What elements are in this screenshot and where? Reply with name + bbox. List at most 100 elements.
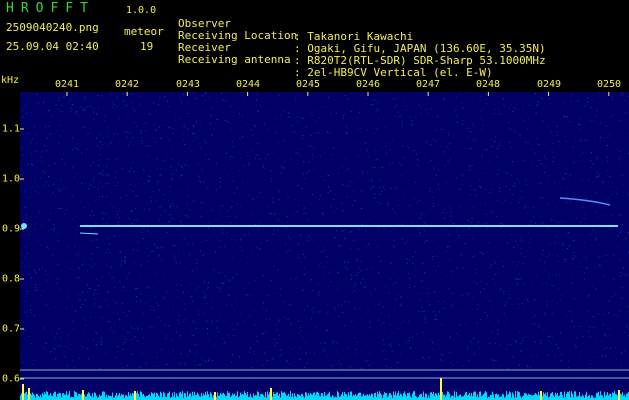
noise-dot — [555, 274, 557, 275]
noise-dot — [37, 287, 39, 289]
noise-dot — [186, 204, 188, 206]
noise-dot — [44, 97, 45, 99]
noise-dot — [416, 164, 418, 166]
time-tick-label: 0242 — [114, 79, 140, 90]
noise-dot — [433, 205, 434, 207]
noise-dot — [296, 120, 298, 122]
power-sample — [492, 391, 493, 400]
noise-dot — [422, 227, 424, 229]
noise-dot — [546, 300, 548, 302]
noise-dot — [579, 154, 581, 156]
noise-dot — [289, 363, 291, 365]
noise-dot — [110, 191, 112, 193]
noise-dot — [74, 147, 76, 149]
power-sample — [165, 396, 166, 400]
noise-dot — [288, 112, 290, 114]
power-sample — [352, 396, 353, 400]
noise-dot — [471, 148, 473, 149]
noise-dot — [89, 214, 91, 216]
noise-dot — [408, 147, 410, 149]
noise-dot — [54, 337, 56, 339]
noise-dot — [593, 120, 595, 121]
power-sample — [241, 394, 242, 400]
noise-dot — [378, 305, 380, 306]
power-sample — [517, 391, 518, 400]
noise-dot — [576, 203, 578, 205]
noise-dot — [63, 351, 65, 353]
noise-dot — [371, 266, 373, 268]
noise-dot — [243, 210, 245, 212]
noise-dot — [462, 230, 464, 232]
noise-dot — [560, 353, 562, 355]
noise-dot — [609, 347, 611, 349]
noise-dot — [566, 168, 568, 170]
noise-dot — [81, 152, 83, 154]
noise-dot — [184, 267, 186, 269]
noise-dot — [496, 148, 498, 150]
noise-dot — [261, 324, 263, 326]
noise-dot — [121, 211, 123, 213]
noise-dot — [45, 270, 47, 272]
noise-dot — [313, 168, 315, 170]
power-sample — [67, 395, 68, 400]
noise-dot — [282, 166, 284, 168]
noise-dot — [179, 336, 180, 338]
noise-dot — [86, 284, 88, 286]
power-sample — [268, 394, 269, 400]
power-sample — [340, 396, 341, 400]
noise-dot — [123, 311, 125, 313]
noise-dot — [172, 245, 174, 247]
noise-dot — [295, 346, 297, 348]
noise-dot — [271, 180, 272, 182]
noise-dot — [106, 196, 108, 198]
noise-dot — [271, 151, 273, 153]
power-sample — [119, 392, 120, 400]
noise-dot — [95, 199, 97, 201]
noise-dot — [542, 222, 544, 224]
noise-dot — [180, 362, 182, 364]
noise-dot — [248, 314, 250, 316]
noise-dot — [91, 258, 93, 260]
noise-dot — [373, 185, 375, 187]
power-sample — [297, 394, 298, 400]
noise-dot — [210, 273, 212, 275]
noise-dot — [152, 137, 154, 138]
noise-dot — [512, 261, 514, 263]
noise-dot — [198, 163, 200, 165]
noise-dot — [531, 286, 533, 288]
noise-dot — [617, 214, 619, 216]
noise-dot — [525, 138, 527, 140]
power-sample — [247, 392, 248, 400]
noise-dot — [58, 97, 60, 99]
noise-dot — [229, 280, 231, 282]
noise-dot — [560, 299, 561, 301]
noise-dot — [390, 367, 392, 369]
power-sample — [502, 394, 503, 400]
noise-dot — [510, 146, 512, 148]
noise-dot — [482, 252, 483, 254]
noise-dot — [166, 291, 168, 293]
noise-dot — [177, 297, 178, 299]
noise-dot — [359, 307, 361, 309]
noise-dot — [119, 158, 121, 159]
noise-dot — [230, 222, 232, 223]
noise-dot — [179, 262, 181, 264]
noise-dot — [498, 187, 500, 189]
noise-dot — [74, 246, 76, 248]
noise-dot — [378, 118, 379, 120]
noise-dot — [182, 125, 184, 127]
noise-dot — [513, 246, 515, 248]
noise-dot — [107, 321, 109, 323]
noise-dot — [129, 360, 131, 362]
noise-dot — [155, 141, 157, 143]
noise-dot — [323, 266, 325, 268]
noise-dot — [124, 336, 126, 338]
power-sample — [568, 392, 569, 400]
power-sample — [525, 393, 526, 400]
noise-dot — [252, 213, 254, 215]
noise-dot — [49, 307, 51, 309]
noise-dot — [601, 193, 603, 195]
noise-dot — [221, 283, 223, 285]
noise-dot — [321, 213, 323, 215]
noise-dot — [185, 215, 187, 216]
